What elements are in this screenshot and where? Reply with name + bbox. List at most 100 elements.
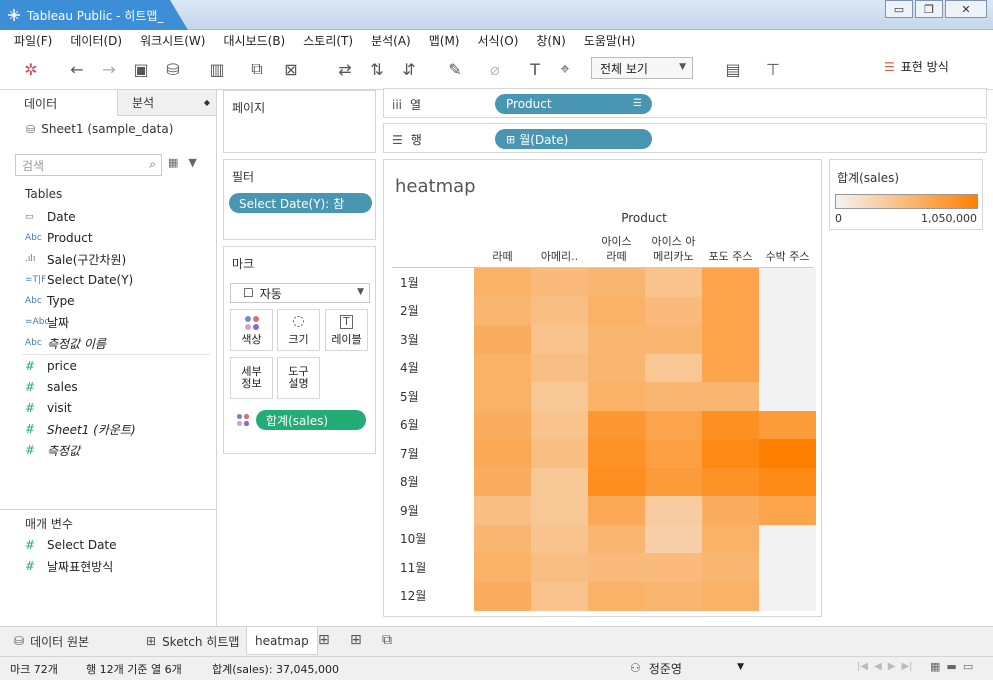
- heatmap-cell[interactable]: [531, 524, 588, 554]
- column-header[interactable]: 아이스 라떼: [588, 232, 645, 266]
- heatmap-cell[interactable]: [759, 296, 816, 326]
- detail-button[interactable]: 세부 정보: [230, 357, 273, 399]
- view-list-icon[interactable]: ▦: [168, 156, 178, 169]
- field-sale-bin[interactable]: .ılı Sale(구간차원): [25, 249, 126, 269]
- heatmap-cell[interactable]: [702, 382, 759, 411]
- pages-card[interactable]: 페이지: [223, 90, 376, 153]
- new-story-icon[interactable]: ⧉: [382, 632, 392, 648]
- field-price[interactable]: # price: [25, 356, 77, 376]
- clear-sheet-icon[interactable]: ⊠: [280, 58, 302, 80]
- heatmap-cell[interactable]: [474, 296, 531, 326]
- heatmap-cell[interactable]: [474, 467, 531, 497]
- heatmap-cell[interactable]: [474, 524, 531, 554]
- new-worksheet-icon[interactable]: ▥: [206, 58, 228, 80]
- row-header[interactable]: 9월: [400, 496, 419, 524]
- heatmap-cell[interactable]: [702, 325, 759, 354]
- heatmap-cell[interactable]: [531, 581, 588, 611]
- new-worksheet-icon[interactable]: ⊞: [318, 632, 330, 648]
- heatmap-cell[interactable]: [645, 467, 702, 497]
- tab-sketch[interactable]: ⊞ Sketch 히트맵: [138, 627, 247, 655]
- heatmap-cell[interactable]: [702, 410, 759, 440]
- undo-icon[interactable]: ←: [66, 58, 88, 80]
- heatmap-cell[interactable]: [645, 439, 702, 468]
- heatmap-cell[interactable]: [645, 296, 702, 326]
- heatmap-cell[interactable]: [531, 353, 588, 383]
- heatmap-cell[interactable]: [702, 296, 759, 326]
- heatmap-cell[interactable]: [759, 467, 816, 497]
- heatmap-cell[interactable]: [474, 439, 531, 468]
- fix-axes-icon[interactable]: ⌖: [554, 58, 576, 80]
- show-cards-icon[interactable]: ▤: [722, 58, 744, 80]
- filters-card[interactable]: 필터 Select Date(Y): 참: [223, 159, 376, 240]
- heatmap-cell[interactable]: [588, 524, 645, 554]
- heatmap-cell[interactable]: [588, 467, 645, 497]
- show-me-button[interactable]: ☰ 표현 방식: [884, 58, 949, 75]
- highlight-icon[interactable]: ✎: [444, 58, 466, 80]
- field-select-date-y[interactable]: =T|F Select Date(Y): [25, 270, 133, 290]
- heatmap-cell[interactable]: [531, 268, 588, 297]
- heatmap-cell[interactable]: [531, 410, 588, 440]
- row-header[interactable]: 11월: [400, 553, 426, 581]
- heatmap-cell[interactable]: [588, 553, 645, 582]
- heatmap-cell[interactable]: [531, 296, 588, 326]
- row-header[interactable]: 2월: [400, 297, 419, 325]
- save-icon[interactable]: ▣: [130, 58, 152, 80]
- last-sheet-icon[interactable]: ▶|: [901, 661, 912, 672]
- marks-measure-pill[interactable]: 합계(sales): [256, 410, 366, 430]
- presentation-mode-icon[interactable]: ⊤: [762, 58, 784, 80]
- heatmap-cell[interactable]: [531, 439, 588, 468]
- heatmap-cell[interactable]: [588, 296, 645, 326]
- tabs-view-icon[interactable]: ▭: [963, 660, 973, 673]
- heatmap-cell[interactable]: [531, 553, 588, 582]
- menu-data[interactable]: 데이터(D): [70, 32, 122, 49]
- heatmap-cell[interactable]: [759, 410, 816, 440]
- heatmap-cell[interactable]: [531, 467, 588, 497]
- menu-help[interactable]: 도움말(H): [584, 32, 636, 49]
- row-header[interactable]: 5월: [400, 382, 419, 410]
- menu-file[interactable]: 파일(F): [14, 32, 52, 49]
- filmstrip-icon[interactable]: ▬: [946, 660, 956, 673]
- color-button[interactable]: 색상: [230, 309, 273, 351]
- heatmap-cell[interactable]: [474, 382, 531, 411]
- column-header[interactable]: 라떼: [474, 232, 531, 266]
- field-date-kr[interactable]: =Abc 날짜: [25, 312, 69, 332]
- sheet-sorter-icon[interactable]: ▦: [930, 660, 940, 673]
- heatmap-cell[interactable]: [645, 268, 702, 297]
- heatmap-cell[interactable]: [759, 382, 816, 411]
- heatmap-cell[interactable]: [588, 268, 645, 297]
- heatmap-cell[interactable]: [474, 410, 531, 440]
- row-header[interactable]: 12월: [400, 582, 426, 610]
- label-button[interactable]: T 레이블: [325, 309, 368, 351]
- heatmap-cell[interactable]: [645, 496, 702, 525]
- heatmap-cell[interactable]: [645, 553, 702, 582]
- heatmap-cell[interactable]: [474, 553, 531, 582]
- heatmap-cell[interactable]: [474, 268, 531, 297]
- heatmap-cell[interactable]: [645, 524, 702, 554]
- color-legend[interactable]: 합계(sales) 0 1,050,000: [829, 159, 983, 230]
- mark-type-select[interactable]: ☐ 자동 ▼: [230, 283, 370, 303]
- rows-pill-month-date[interactable]: ⊞ 월(Date): [495, 129, 652, 149]
- heatmap-cell[interactable]: [759, 268, 816, 297]
- heatmap-cell[interactable]: [759, 353, 816, 383]
- sort-descending-icon[interactable]: ⇵: [398, 58, 420, 80]
- field-measure-values[interactable]: # 측정값: [25, 440, 80, 460]
- heatmap-cell[interactable]: [702, 353, 759, 383]
- sort-ascending-icon[interactable]: ⇅: [366, 58, 388, 80]
- menu-map[interactable]: 맵(M): [429, 32, 460, 49]
- heatmap-cell[interactable]: [474, 496, 531, 525]
- column-header[interactable]: 아메리..: [531, 232, 588, 266]
- row-header[interactable]: 6월: [400, 411, 419, 439]
- heatmap-cell[interactable]: [759, 524, 816, 554]
- restore-button[interactable]: ❐: [915, 0, 943, 18]
- menu-worksheet[interactable]: 워크시트(W): [140, 32, 205, 49]
- heatmap-cell[interactable]: [759, 553, 816, 582]
- heatmap-cell[interactable]: [645, 325, 702, 354]
- heatmap-cell[interactable]: [759, 496, 816, 525]
- datasource-item[interactable]: ⛁ Sheet1 (sample_data): [26, 122, 173, 136]
- group-members-icon[interactable]: ⌀: [484, 58, 506, 80]
- column-header[interactable]: 포도 주스: [702, 232, 759, 266]
- heatmap-cell[interactable]: [702, 467, 759, 497]
- menu-format[interactable]: 서식(O): [478, 32, 519, 49]
- worksheet-view[interactable]: heatmap Product 라떼 아메리.. 아이스 라떼 아이스 아 메리카노 포…: [383, 159, 822, 617]
- close-button[interactable]: ✕: [945, 0, 987, 18]
